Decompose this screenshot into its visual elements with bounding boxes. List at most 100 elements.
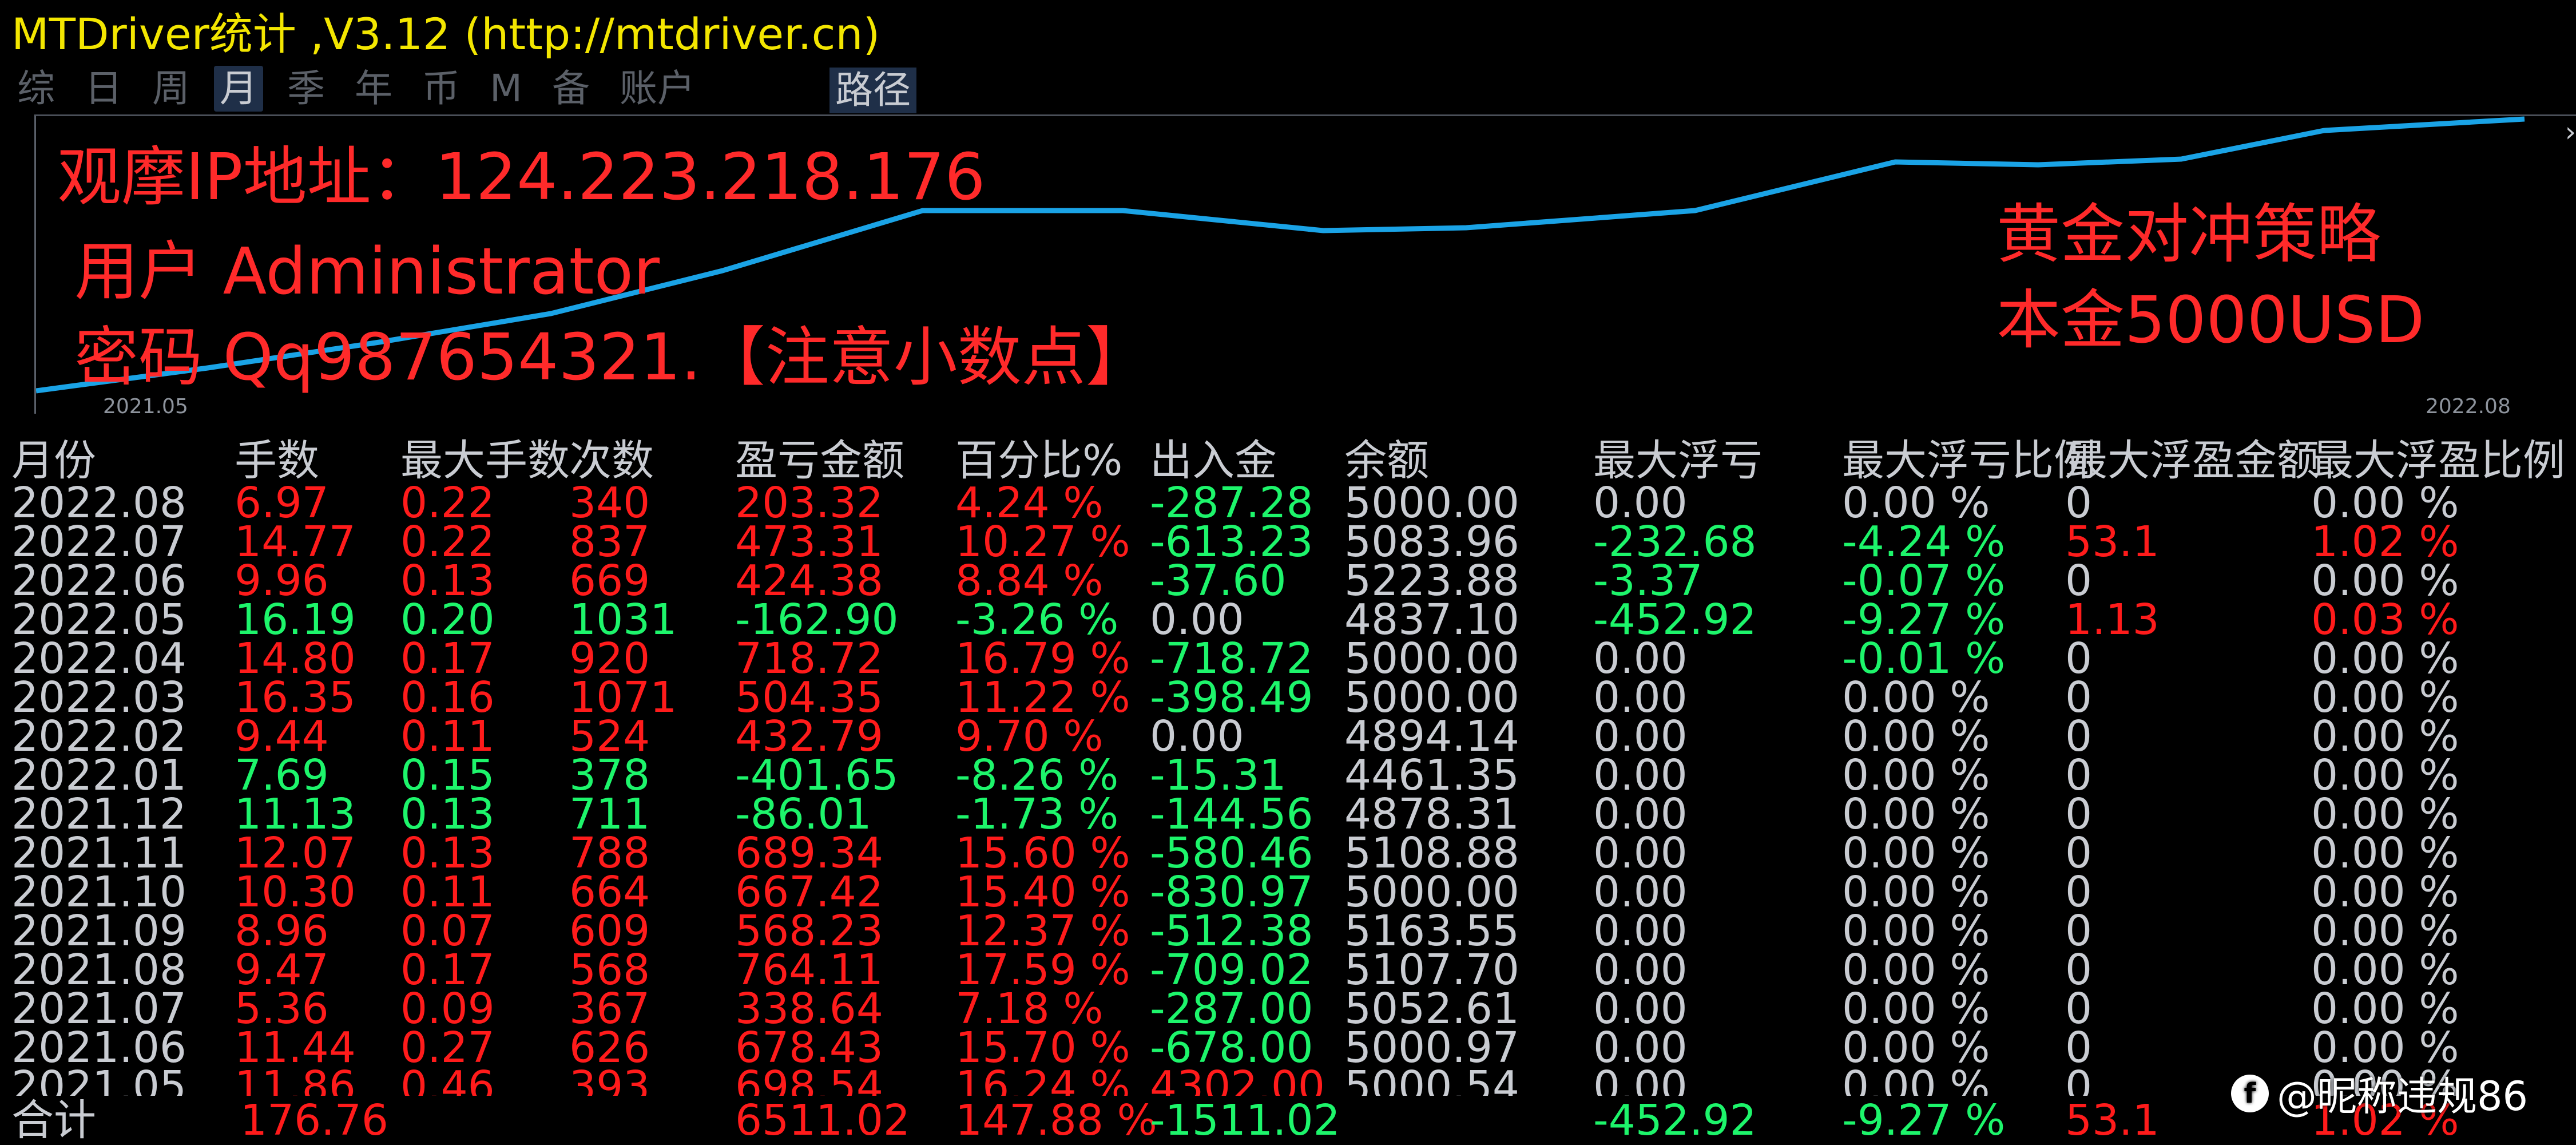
tab-bar: 综 日 周 月 季 年 币 M 备 账户 <box>11 63 701 114</box>
chart-scroll-right-icon[interactable]: › <box>2565 116 2576 148</box>
tab-m[interactable]: M <box>484 66 528 112</box>
tab-overview[interactable]: 综 <box>11 66 61 112</box>
cell-lots: 8.96 <box>235 906 329 956</box>
overlay-strategy: 黄金对冲策略 <box>1997 197 2381 272</box>
table-row[interactable]: 2022.01 7.69 0.15 378 -401.65 -8.26 % -15.31 44… <box>0 751 2576 800</box>
cell-balance: 4894.14 <box>1344 712 1520 761</box>
cell-balance: 5083.96 <box>1344 517 1520 566</box>
cell-max-float-loss: -232.68 <box>1593 517 1757 566</box>
table-row[interactable]: 2021.12 11.13 0.13 711 -86.01 -1.73 % -144.56 4… <box>0 790 2576 839</box>
cell-max-float-loss-pct: 0.00 % <box>1842 751 1990 800</box>
cell-max-float-loss-pct: 0.00 % <box>1842 712 1990 761</box>
cell-max-float-loss: 0.00 <box>1593 1023 1688 1072</box>
cell-balance: 5000.00 <box>1344 634 1520 683</box>
tab-month[interactable]: 月 <box>214 66 263 112</box>
cell-flow: -580.46 <box>1150 829 1313 878</box>
cell-max-float-loss: 0.00 <box>1593 867 1688 917</box>
cell-month: 2021.11 <box>11 829 187 878</box>
tab-quarter[interactable]: 季 <box>281 66 331 112</box>
cell-max-float-gain-pct: 0.00 % <box>2311 478 2459 528</box>
cell-count: 378 <box>569 751 650 800</box>
cell-percent: -8.26 % <box>955 751 1119 800</box>
total-percent: 147.88 % <box>955 1096 1157 1145</box>
cell-max-lots: 0.20 <box>400 595 495 644</box>
cell-flow: -144.56 <box>1150 790 1313 839</box>
cell-max-float-gain: 0 <box>2065 945 2093 995</box>
overlay-user: 用户 Administrator <box>74 235 660 309</box>
cell-profit: 764.11 <box>735 945 883 995</box>
table-row[interactable]: 2022.02 9.44 0.11 524 432.79 9.70 % 0.00 4894.1… <box>0 712 2576 761</box>
cell-count: 367 <box>569 984 650 1033</box>
cell-flow: -37.60 <box>1150 556 1287 605</box>
cell-flow: -287.00 <box>1150 984 1313 1033</box>
table-row[interactable]: 2022.05 16.19 0.20 1031 -162.90 -3.26 % 0.00 48… <box>0 595 2576 644</box>
cell-count: 340 <box>569 478 650 528</box>
cell-balance: 5052.61 <box>1344 984 1520 1033</box>
cell-profit: 338.64 <box>735 984 883 1033</box>
tab-notes[interactable]: 备 <box>546 66 596 112</box>
table-row[interactable]: 2021.07 5.36 0.09 367 338.64 7.18 % -287.00 505… <box>0 984 2576 1033</box>
cell-max-float-loss-pct: -4.24 % <box>1842 517 2006 566</box>
table-row[interactable]: 2021.09 8.96 0.07 609 568.23 12.37 % -512.38 51… <box>0 906 2576 956</box>
cell-max-lots: 0.11 <box>400 867 495 917</box>
watermark-text: @昵称违规86 <box>2277 1073 2529 1120</box>
cell-lots: 9.96 <box>235 556 329 605</box>
cell-count: 1071 <box>569 673 677 722</box>
cell-max-float-loss: 0.00 <box>1593 751 1688 800</box>
cell-profit: 504.35 <box>735 673 883 722</box>
cell-lots: 14.77 <box>235 517 356 566</box>
cell-profit: 473.31 <box>735 517 883 566</box>
cell-max-float-gain-pct: 0.00 % <box>2311 945 2459 995</box>
cell-max-float-loss: 0.00 <box>1593 478 1688 528</box>
cell-lots: 11.44 <box>235 1023 356 1072</box>
chart-x-start-label: 2021.05 <box>103 395 188 418</box>
cell-lots: 14.80 <box>235 634 356 683</box>
table-row[interactable]: 2022.06 9.96 0.13 669 424.38 8.84 % -37.60 5223… <box>0 556 2576 605</box>
total-max-float-loss-pct: -9.27 % <box>1842 1096 2006 1145</box>
cell-max-float-gain: 53.1 <box>2065 517 2160 566</box>
table-row[interactable]: 2021.11 12.07 0.13 788 689.34 15.60 % -580.46 5… <box>0 829 2576 878</box>
cell-balance: 5108.88 <box>1344 829 1520 878</box>
cell-balance: 5107.70 <box>1344 945 1520 995</box>
cell-max-float-gain: 0 <box>2065 712 2093 761</box>
table-row[interactable]: 2022.03 16.35 0.16 1071 504.35 11.22 % -398.49… <box>0 673 2576 722</box>
cell-max-float-gain: 0 <box>2065 673 2093 722</box>
table-row[interactable]: 2021.10 10.30 0.11 664 667.42 15.40 % -830.97 5… <box>0 867 2576 917</box>
table-row[interactable]: 2021.08 9.47 0.17 568 764.11 17.59 % -709.02 51… <box>0 945 2576 995</box>
cell-max-float-loss-pct: 0.00 % <box>1842 906 1990 956</box>
cell-month: 2021.08 <box>11 945 187 995</box>
table-row[interactable]: 2022.07 14.77 0.22 837 473.31 10.27 % -613.23 5… <box>0 517 2576 566</box>
table-row[interactable]: 2021.06 11.44 0.27 626 678.43 15.70 % -678.00 5… <box>0 1023 2576 1072</box>
cell-max-float-loss-pct: 0.00 % <box>1842 790 1990 839</box>
cell-balance: 5000.00 <box>1344 867 1520 917</box>
table-row[interactable]: 2022.04 14.80 0.17 920 718.72 16.79 % -718.72 5… <box>0 634 2576 683</box>
cell-month: 2021.09 <box>11 906 187 956</box>
tab-day[interactable]: 日 <box>79 66 128 112</box>
cell-max-float-loss-pct: -0.01 % <box>1842 634 2006 683</box>
tab-path[interactable]: 路径 <box>829 68 916 113</box>
tab-year[interactable]: 年 <box>349 66 398 112</box>
total-max-float-loss: -452.92 <box>1593 1096 1757 1145</box>
cell-max-float-gain: 0 <box>2065 556 2093 605</box>
cell-max-float-gain-pct: 0.00 % <box>2311 984 2459 1033</box>
cell-month: 2022.02 <box>11 712 187 761</box>
stats-table-totals: 合计 176.76 6511.02 147.88 % -1511.02 -452… <box>0 1096 2576 1145</box>
cell-count: 626 <box>569 1023 650 1072</box>
cell-count: 711 <box>569 790 650 839</box>
cell-balance: 5000.00 <box>1344 478 1520 528</box>
cell-percent: 16.79 % <box>955 634 1130 683</box>
tab-currency[interactable]: 币 <box>416 66 466 112</box>
cell-profit: -401.65 <box>735 751 899 800</box>
tab-week[interactable]: 周 <box>146 66 196 112</box>
cell-max-float-loss-pct: 0.00 % <box>1842 673 1990 722</box>
watermark: f @昵称违规86 <box>2231 1064 2528 1122</box>
cell-max-float-gain-pct: 0.00 % <box>2311 556 2459 605</box>
cell-profit: -86.01 <box>735 790 872 839</box>
cell-balance: 5223.88 <box>1344 556 1520 605</box>
cell-month: 2022.05 <box>11 595 187 644</box>
cell-profit: 424.38 <box>735 556 883 605</box>
table-row[interactable]: 2022.08 6.97 0.22 340 203.32 4.24 % -287.28 500… <box>0 478 2576 528</box>
cell-max-float-loss: 0.00 <box>1593 906 1688 956</box>
cell-max-float-loss-pct: 0.00 % <box>1842 829 1990 878</box>
tab-account[interactable]: 账户 <box>614 66 701 112</box>
